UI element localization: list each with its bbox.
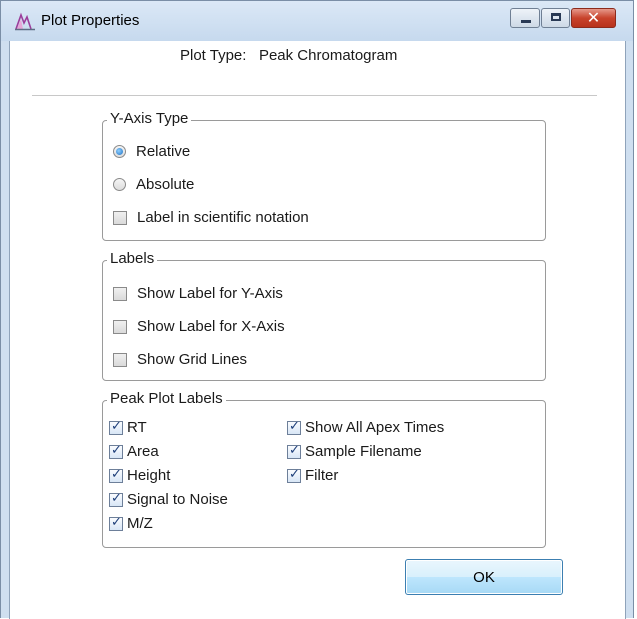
show-all-apex-times-checkbox[interactable]: Show All Apex Times <box>287 419 444 436</box>
maximize-icon <box>551 13 561 21</box>
filter-label: Filter <box>305 467 339 484</box>
sample-filename-label: Sample Filename <box>305 443 422 460</box>
close-button[interactable]: ✕ <box>571 8 616 28</box>
area-box[interactable] <box>109 443 123 459</box>
signal-to-noise-box[interactable] <box>109 491 123 507</box>
dialog-body: Plot Type: Peak Chromatogram Y-Axis Type… <box>9 41 626 619</box>
close-icon: ✕ <box>586 8 601 27</box>
mz-checkbox[interactable]: M/Z <box>109 515 153 532</box>
scientific-notation-box[interactable] <box>113 210 127 225</box>
absolute-radio-indicator[interactable] <box>113 178 126 191</box>
peak-plot-labels-group: Peak Plot Labels RT Area Height Signal t… <box>102 390 546 548</box>
mz-box[interactable] <box>109 515 123 531</box>
height-label: Height <box>127 467 171 484</box>
signal-to-noise-checkbox[interactable]: Signal to Noise <box>109 491 228 508</box>
maximize-button[interactable] <box>541 8 570 28</box>
filter-box[interactable] <box>287 467 301 483</box>
show-x-axis-label-box[interactable] <box>113 319 127 334</box>
title-bar[interactable]: Plot Properties ✕ <box>1 1 633 41</box>
mz-label: M/Z <box>127 515 153 532</box>
show-all-apex-times-label: Show All Apex Times <box>305 419 445 436</box>
show-grid-lines-checkbox[interactable]: Show Grid Lines <box>113 351 247 368</box>
show-y-axis-label-checkbox[interactable]: Show Label for Y-Axis <box>113 285 283 302</box>
y-axis-type-legend: Y-Axis Type <box>107 110 192 127</box>
relative-radio[interactable]: Relative <box>113 143 190 160</box>
window-title: Plot Properties <box>41 12 140 29</box>
y-axis-type-group: Y-Axis Type Relative Absolute Label in s… <box>102 110 546 241</box>
rt-box[interactable] <box>109 419 123 435</box>
divider <box>32 95 597 96</box>
show-grid-lines-text: Show Grid Lines <box>137 351 248 368</box>
minimize-icon <box>521 20 531 23</box>
filter-checkbox[interactable]: Filter <box>287 467 338 484</box>
relative-radio-indicator[interactable] <box>113 145 126 158</box>
rt-label: RT <box>127 419 147 436</box>
plot-properties-window: Plot Properties ✕ Plot Type: Peak Chroma… <box>0 0 634 619</box>
show-y-axis-label-text: Show Label for Y-Axis <box>137 285 283 302</box>
show-grid-lines-box[interactable] <box>113 352 127 367</box>
absolute-radio[interactable]: Absolute <box>113 176 194 193</box>
peak-plot-labels-legend: Peak Plot Labels <box>107 390 226 407</box>
show-x-axis-label-text: Show Label for X-Axis <box>137 318 285 335</box>
plot-type-value: Peak Chromatogram <box>258 47 398 64</box>
labels-legend: Labels <box>107 250 158 267</box>
signal-to-noise-label: Signal to Noise <box>127 491 228 508</box>
height-box[interactable] <box>109 467 123 483</box>
ok-button[interactable]: OK <box>405 559 563 595</box>
height-checkbox[interactable]: Height <box>109 467 170 484</box>
absolute-label: Absolute <box>136 176 195 193</box>
relative-label: Relative <box>136 143 191 160</box>
sample-filename-box[interactable] <box>287 443 301 459</box>
area-checkbox[interactable]: Area <box>109 443 159 460</box>
scientific-notation-checkbox[interactable]: Label in scientific notation <box>113 209 309 226</box>
rt-checkbox[interactable]: RT <box>109 419 147 436</box>
scientific-notation-label: Label in scientific notation <box>137 209 309 226</box>
peak-chart-icon <box>15 12 35 31</box>
show-x-axis-label-checkbox[interactable]: Show Label for X-Axis <box>113 318 285 335</box>
plot-type-line: Plot Type: Peak Chromatogram <box>180 47 397 64</box>
show-all-apex-times-box[interactable] <box>287 419 301 435</box>
plot-type-label: Plot Type: <box>180 47 247 64</box>
area-label: Area <box>127 443 159 460</box>
labels-group: Labels Show Label for Y-Axis Show Label … <box>102 250 546 381</box>
sample-filename-checkbox[interactable]: Sample Filename <box>287 443 422 460</box>
minimize-button[interactable] <box>510 8 540 28</box>
show-y-axis-label-box[interactable] <box>113 286 127 301</box>
